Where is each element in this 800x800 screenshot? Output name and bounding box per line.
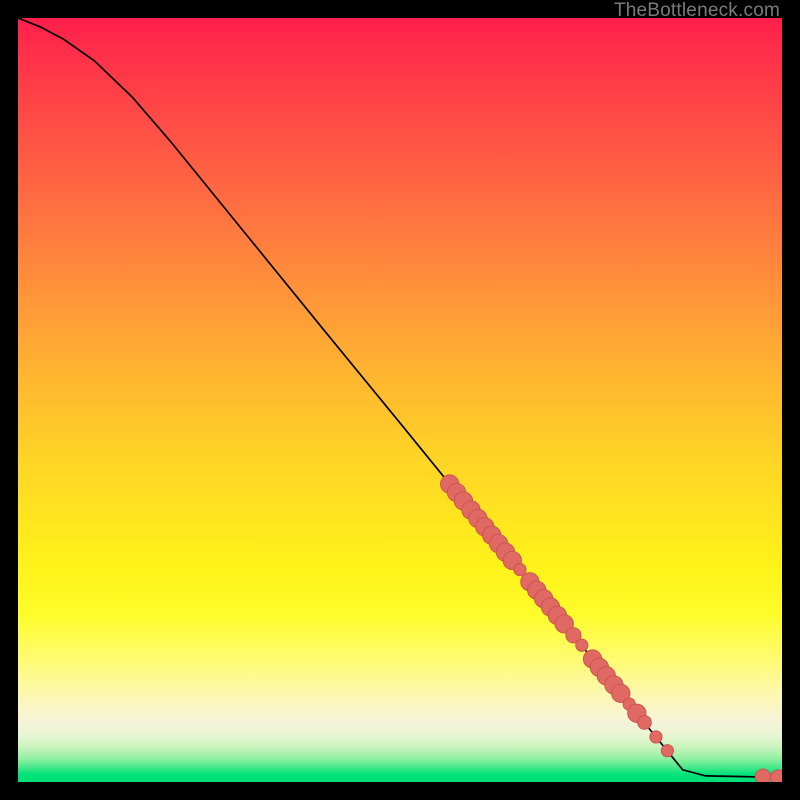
- bottleneck-curve: [18, 18, 782, 777]
- data-marker: [771, 770, 782, 782]
- data-marker: [576, 639, 588, 651]
- data-marker: [755, 769, 770, 782]
- chart-svg: [18, 18, 782, 782]
- data-marker: [661, 745, 673, 757]
- chart-stage: TheBottleneck.com: [0, 0, 800, 800]
- data-marker: [650, 731, 662, 743]
- plot-area: [18, 18, 782, 782]
- data-marker: [638, 716, 652, 730]
- data-marker: [514, 563, 526, 575]
- data-markers: [440, 475, 782, 782]
